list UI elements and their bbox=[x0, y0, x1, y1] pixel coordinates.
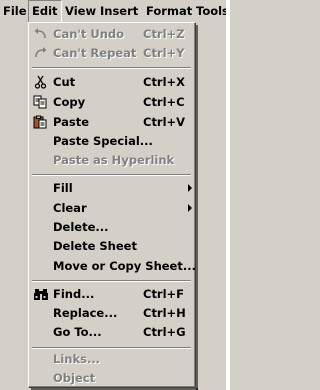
separator bbox=[32, 174, 191, 176]
copy-icon bbox=[33, 95, 49, 109]
submenu-arrow-icon bbox=[188, 184, 192, 192]
shortcut-label: Ctrl+V bbox=[143, 115, 186, 129]
menu-item-label: Paste Special... bbox=[53, 134, 153, 148]
menu-item-paste-special[interactable]: Paste Special... bbox=[29, 131, 195, 151]
binoculars-icon bbox=[33, 287, 49, 301]
separator bbox=[32, 280, 191, 282]
menu-item-label: Replace... bbox=[53, 306, 118, 320]
menu-item-repeat: Can't Repeat Ctrl+Y bbox=[29, 43, 195, 63]
menu-item-move-or-copy-sheet[interactable]: Move or Copy Sheet... bbox=[29, 256, 196, 276]
shortcut-label: Ctrl+C bbox=[143, 95, 185, 109]
menu-item-label: Fill bbox=[53, 181, 73, 195]
menu-item-label: Copy bbox=[53, 95, 86, 109]
menu-item-label: Clear bbox=[53, 201, 87, 215]
menu-edit[interactable]: Edit bbox=[28, 0, 62, 23]
menu-item-cut[interactable]: Cut Ctrl+X bbox=[29, 72, 195, 92]
menu-item-label: Move or Copy Sheet... bbox=[53, 259, 196, 273]
menu-item-label: Paste bbox=[53, 115, 90, 129]
menu-item-replace[interactable]: Replace... Ctrl+H bbox=[29, 303, 195, 323]
menu-insert[interactable]: Insert bbox=[100, 0, 138, 22]
menu-item-label: Go To... bbox=[53, 325, 102, 339]
separator bbox=[32, 67, 191, 69]
menu-format[interactable]: Format bbox=[146, 0, 192, 22]
menu-item-links: Links... bbox=[29, 349, 195, 369]
shortcut-label: Ctrl+Z bbox=[143, 27, 185, 41]
menu-item-label: Object bbox=[53, 371, 96, 385]
menu-item-label: Links... bbox=[53, 352, 101, 366]
menu-shadow bbox=[196, 25, 198, 390]
menu-item-delete-sheet[interactable]: Delete Sheet bbox=[29, 236, 195, 256]
menu-item-paste[interactable]: Paste Ctrl+V bbox=[29, 112, 195, 132]
menu-item-label: Delete Sheet bbox=[53, 239, 137, 253]
menu-item-find[interactable]: Find... Ctrl+F bbox=[29, 284, 195, 304]
menu-item-go-to[interactable]: Go To... Ctrl+G bbox=[29, 322, 195, 342]
menu-item-object: Object bbox=[29, 368, 195, 388]
window-edge bbox=[226, 0, 230, 390]
menu-file[interactable]: File bbox=[3, 0, 27, 22]
menu-item-paste-as-hyperlink: Paste as Hyperlink bbox=[29, 150, 195, 170]
scissors-icon bbox=[33, 75, 49, 89]
menu-item-copy[interactable]: Copy Ctrl+C bbox=[29, 92, 195, 112]
repeat-icon bbox=[33, 46, 49, 60]
menu-item-delete[interactable]: Delete... bbox=[29, 217, 195, 237]
shortcut-label: Ctrl+H bbox=[143, 306, 186, 320]
menu-item-label: Can't Repeat bbox=[53, 46, 137, 60]
menu-tools[interactable]: Tools bbox=[196, 0, 229, 22]
menu-item-label: Paste as Hyperlink bbox=[53, 153, 175, 167]
shortcut-label: Ctrl+X bbox=[143, 75, 186, 89]
menu-item-clear[interactable]: Clear bbox=[29, 198, 195, 218]
menu-item-label: Find... bbox=[53, 287, 95, 301]
edit-menu-dropdown: Can't Undo Ctrl+Z Can't Repeat Ctrl+Y Cu… bbox=[28, 22, 196, 388]
menu-item-label: Cut bbox=[53, 75, 76, 89]
menu-item-label: Delete... bbox=[53, 220, 109, 234]
menu-item-fill[interactable]: Fill bbox=[29, 178, 195, 198]
submenu-arrow-icon bbox=[188, 204, 192, 212]
shortcut-label: Ctrl+F bbox=[143, 287, 185, 301]
menu-item-undo: Can't Undo Ctrl+Z bbox=[29, 24, 195, 44]
shortcut-label: Ctrl+Y bbox=[143, 46, 185, 60]
undo-icon bbox=[33, 27, 49, 41]
menu-item-label: Can't Undo bbox=[53, 27, 125, 41]
paste-icon bbox=[33, 115, 49, 129]
shortcut-label: Ctrl+G bbox=[143, 325, 186, 339]
menu-view[interactable]: View bbox=[65, 0, 96, 22]
menu-bar: File Edit View Insert Format Tools bbox=[0, 0, 230, 23]
